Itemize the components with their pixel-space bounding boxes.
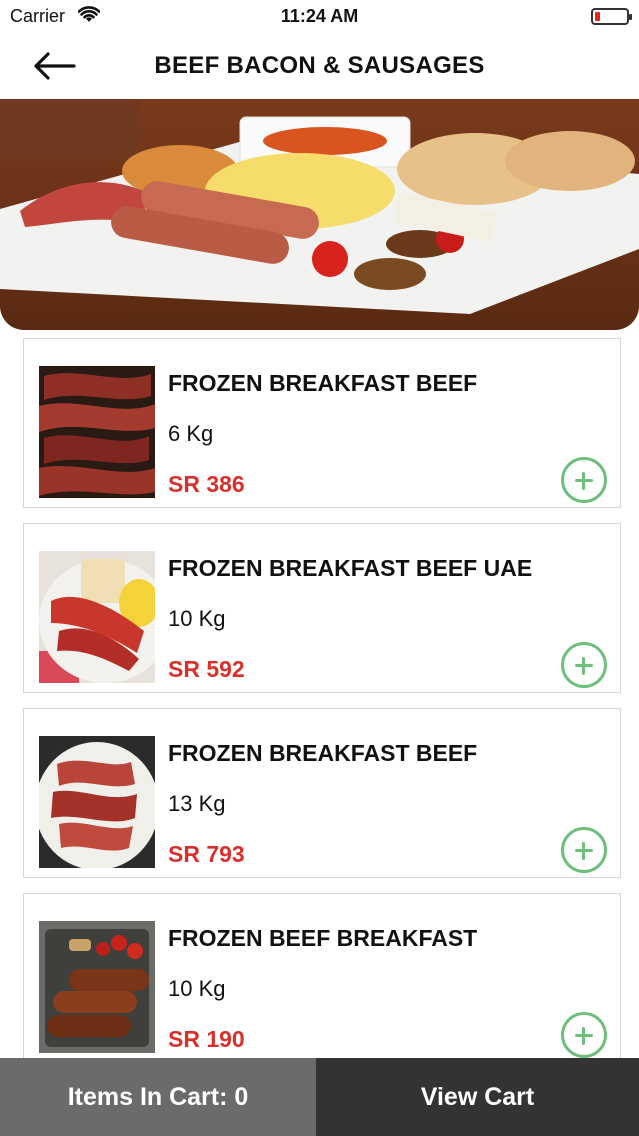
product-weight: 6 Kg	[168, 421, 214, 446]
add-to-cart-button[interactable]	[561, 457, 607, 503]
page-title: BEEF BACON & SAUSAGES	[154, 52, 485, 79]
status-bar: Carrier 11:24 AM	[0, 0, 639, 34]
sausages-tray-photo	[39, 921, 155, 1053]
bacon-strips-photo	[39, 366, 155, 498]
items-in-cart-label: Items In Cart: 0	[0, 1058, 316, 1136]
breakfast-plate-photo	[0, 99, 639, 330]
add-to-cart-button[interactable]	[561, 1012, 607, 1058]
product-name: FROZEN BREAKFAST BEEF	[168, 370, 478, 396]
product-name: FROZEN BEEF BREAKFAST	[168, 925, 478, 951]
view-cart-button[interactable]: View Cart	[316, 1058, 639, 1136]
hero-banner	[0, 99, 639, 330]
product-name: FROZEN BREAKFAST BEEF	[168, 740, 478, 766]
bacon-plate-eggs-photo	[39, 551, 155, 683]
product-weight: 10 Kg	[168, 976, 226, 1001]
product-price: SR 592	[168, 656, 245, 682]
product-card[interactable]: FROZEN BREAKFAST BEEF 13 Kg SR 793	[23, 708, 621, 878]
product-name: FROZEN BREAKFAST BEEF UAE	[168, 555, 533, 581]
bacon-plate-photo	[39, 736, 155, 868]
header: BEEF BACON & SAUSAGES	[0, 34, 639, 98]
add-to-cart-button[interactable]	[561, 827, 607, 873]
add-to-cart-button[interactable]	[561, 642, 607, 688]
product-card[interactable]: FROZEN BREAKFAST BEEF 6 Kg SR 386	[23, 338, 621, 508]
battery-low-icon	[591, 8, 632, 25]
product-card[interactable]: FROZEN BEEF BREAKFAST 10 Kg SR 190	[23, 893, 621, 1063]
product-price: SR 386	[168, 471, 245, 497]
product-weight: 10 Kg	[168, 606, 226, 631]
product-price: SR 793	[168, 841, 245, 867]
product-weight: 13 Kg	[168, 791, 226, 816]
product-price: SR 190	[168, 1026, 245, 1052]
product-card[interactable]: FROZEN BREAKFAST BEEF UAE 10 Kg SR 592	[23, 523, 621, 693]
status-time: 11:24 AM	[280, 6, 359, 26]
bottom-bar: Items In Cart: 0 View Cart	[0, 1058, 639, 1136]
